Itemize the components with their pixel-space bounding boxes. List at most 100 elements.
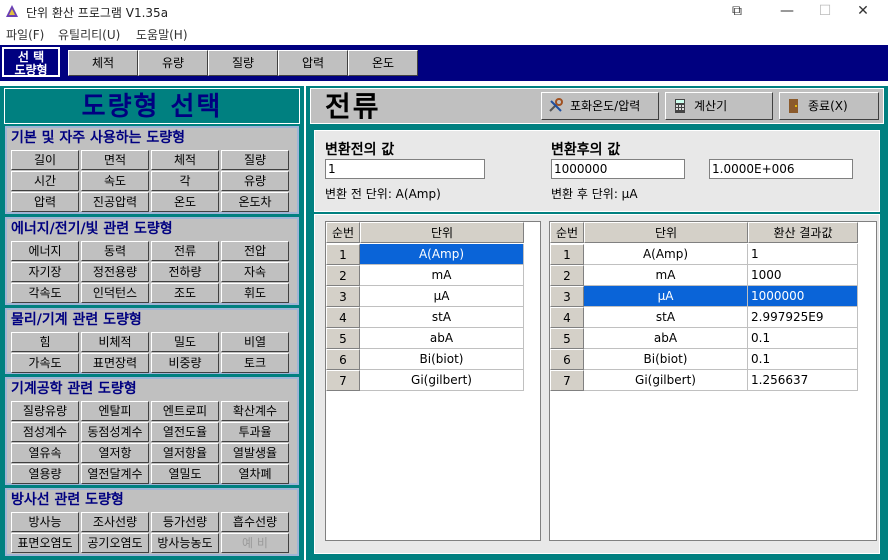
category-button[interactable]: 열저항율 [151,443,219,463]
category-button[interactable]: 인덕턴스 [81,283,149,303]
category-button[interactable]: 조도 [151,283,219,303]
conversion-panel: 전류 포화온도/압력 계산기 종료(X) 변환전의 값 1 변환 전 단위: A… [306,86,888,560]
category-button[interactable]: 시간 [11,171,79,191]
category-button[interactable]: 가속도 [11,353,79,373]
unit-cell[interactable]: mA [584,265,748,286]
column-header: 순번 [550,222,584,243]
calculator-button[interactable]: 계산기 [665,92,773,120]
unit-cell[interactable]: Bi(biot) [584,349,748,370]
category-button[interactable]: 비열 [221,332,289,352]
category-button[interactable]: 각속도 [11,283,79,303]
category-button[interactable]: 체적 [151,150,219,170]
category-button[interactable]: 진공압력 [81,192,149,212]
category-button[interactable]: 휘도 [221,283,289,303]
title-bar: 단위 환산 프로그램 V1.35a ⧉ — ☐ ✕ [0,0,888,23]
row-number: 2 [326,265,360,286]
before-value-input[interactable]: 1 [325,159,485,179]
category-button[interactable]: 길이 [11,150,79,170]
unit-cell[interactable]: A(Amp) [584,244,748,265]
quick-tab-flow[interactable]: 유량 [138,50,208,76]
category-button[interactable]: 열차폐 [221,464,289,484]
category-button[interactable]: 에너지 [11,241,79,261]
category-button[interactable]: 비체적 [81,332,149,352]
category-button[interactable]: 엔트로피 [151,401,219,421]
category-group-mechanical: 기계공학 관련 도량형 질량유량 엔탈피 엔트로피 확산계수 점성계수 동점성계… [5,377,299,485]
category-button[interactable]: 질량유량 [11,401,79,421]
category-button[interactable]: 열밀도 [151,464,219,484]
category-button[interactable]: 공기오염도 [81,533,149,553]
close-button[interactable]: ✕ [840,0,886,23]
category-button[interactable]: 정전용량 [81,262,149,282]
unit-cell[interactable]: Gi(gilbert) [360,370,524,391]
after-value-scientific: 1.0000E+006 [709,159,853,179]
saturation-button[interactable]: 포화온도/압력 [541,92,659,120]
category-button[interactable]: 방사능 [11,512,79,532]
menu-help[interactable]: 도움말(H) [136,26,188,43]
category-button[interactable]: 온도차 [221,192,289,212]
group-title: 에너지/전기/빛 관련 도량형 [11,221,173,237]
category-button[interactable]: 전압 [221,241,289,261]
row-number: 4 [326,307,360,328]
category-button[interactable]: 등가선량 [151,512,219,532]
quick-tab-temperature[interactable]: 온도 [348,50,418,76]
category-button[interactable]: 자속 [221,262,289,282]
result-cell: 1000000 [748,286,858,307]
group-title: 물리/기계 관련 도량형 [11,312,142,328]
unit-category-panel: 도량형 선택 기본 및 자주 사용하는 도량형 길이 면적 체적 질량 시간 속… [0,86,304,560]
category-button[interactable]: 열전달계수 [81,464,149,484]
category-button[interactable]: 열유속 [11,443,79,463]
category-button[interactable]: 전류 [151,241,219,261]
unit-cell[interactable]: μA [360,286,524,307]
unit-cell[interactable]: Bi(biot) [360,349,524,370]
category-button[interactable]: 열저항 [81,443,149,463]
row-number: 1 [550,244,584,265]
category-button[interactable]: 열발생율 [221,443,289,463]
category-button[interactable]: 면적 [81,150,149,170]
category-button-reserved: 예 비 [221,533,289,553]
category-button[interactable]: 확산계수 [221,401,289,421]
category-button[interactable]: 동점성계수 [81,422,149,442]
category-button[interactable]: 각 [151,171,219,191]
category-button[interactable]: 전하량 [151,262,219,282]
category-button[interactable]: 비중량 [151,353,219,373]
category-button[interactable]: 자기장 [11,262,79,282]
category-button[interactable]: 조사선량 [81,512,149,532]
category-button[interactable]: 열용량 [11,464,79,484]
category-button[interactable]: 압력 [11,192,79,212]
value-input-area: 변환전의 값 1 변환 전 단위: A(Amp) 변환후의 값 1000000 … [314,130,880,212]
category-button[interactable]: 유량 [221,171,289,191]
category-button[interactable]: 힘 [11,332,79,352]
category-group-radiation: 방사선 관련 도량형 방사능 조사선량 등가선량 흡수선량 표면오염도 공기오염… [5,488,299,556]
restore-icon[interactable]: ⧉ [714,0,760,23]
quick-tab-mass[interactable]: 질량 [208,50,278,76]
category-button[interactable]: 질량 [221,150,289,170]
category-button[interactable]: 투과율 [221,422,289,442]
category-button[interactable]: 점성계수 [11,422,79,442]
category-button[interactable]: 동력 [81,241,149,261]
category-button[interactable]: 밀도 [151,332,219,352]
quick-tab-pressure[interactable]: 압력 [278,50,348,76]
category-button[interactable]: 흡수선량 [221,512,289,532]
category-button[interactable]: 열전도율 [151,422,219,442]
category-button[interactable]: 표면장력 [81,353,149,373]
unit-cell[interactable]: abA [360,328,524,349]
category-button[interactable]: 속도 [81,171,149,191]
unit-cell[interactable]: abA [584,328,748,349]
category-button[interactable]: 표면오염도 [11,533,79,553]
category-button[interactable]: 토크 [221,353,289,373]
unit-cell[interactable]: stA [360,307,524,328]
unit-cell[interactable]: Gi(gilbert) [584,370,748,391]
unit-cell[interactable]: A(Amp) [360,244,524,265]
menu-file[interactable]: 파일(F) [6,26,44,43]
quick-select-label-line2: 도량형 [14,63,48,77]
category-button[interactable]: 온도 [151,192,219,212]
after-value-output: 1000000 [551,159,685,179]
category-button[interactable]: 엔탈피 [81,401,149,421]
unit-cell[interactable]: mA [360,265,524,286]
quick-tab-volume[interactable]: 체적 [68,50,138,76]
unit-cell[interactable]: stA [584,307,748,328]
exit-button[interactable]: 종료(X) [779,92,879,120]
unit-cell[interactable]: μA [584,286,748,307]
category-button[interactable]: 방사능농도 [151,533,219,553]
menu-utility[interactable]: 유틸리티(U) [58,26,120,43]
